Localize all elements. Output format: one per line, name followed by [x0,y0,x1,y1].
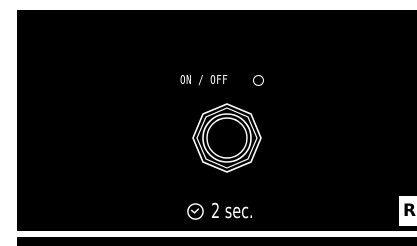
side-tag-text: R [403,200,417,221]
footswitch-icon[interactable] [187,98,267,178]
clock-icon [187,202,204,220]
device-view: ON / OFF 2 sec. R [0,0,417,246]
power-label: ON / OFF [180,73,229,87]
hold-duration-text: 2 sec. [211,199,254,223]
led-indicator-icon [253,74,264,86]
hold-duration-row: 2 sec. [186,198,270,224]
bottom-divider [17,237,417,246]
power-indicator-row: ON / OFF [180,69,264,91]
side-tag: R [397,194,417,228]
